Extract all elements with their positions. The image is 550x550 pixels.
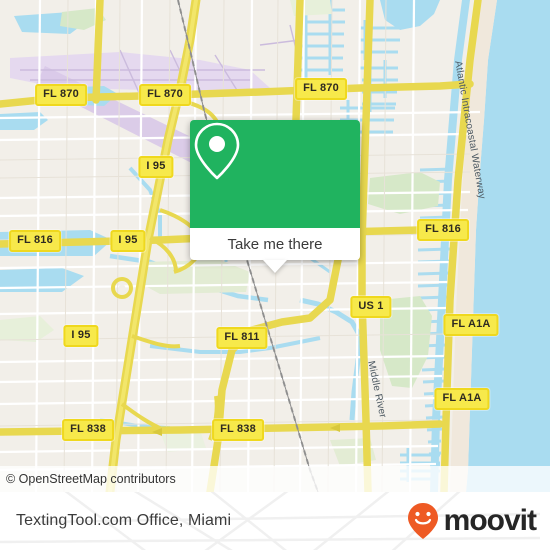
take-me-there-label: Take me there (227, 235, 323, 253)
highway-shield: FL 870 (139, 84, 191, 106)
highway-shield: FL A1A (443, 314, 499, 336)
highway-shield: FL 811 (216, 327, 268, 349)
popup-footer[interactable]: Take me there (190, 228, 360, 273)
highway-shield: US 1 (350, 296, 392, 318)
highway-shield: FL 870 (35, 84, 87, 106)
highway-shield: I 95 (63, 325, 99, 347)
highway-shield: I 95 (138, 156, 174, 178)
map-attribution[interactable]: © OpenStreetMap contributors (0, 466, 550, 492)
popup-header (190, 120, 360, 228)
highway-shield: I 95 (110, 230, 146, 252)
map-canvas[interactable]: FL 870 FL 870 FL 870 I 95 FL 816 I 95 FL 816 US… (0, 0, 550, 492)
highway-shield: FL 816 (9, 230, 61, 252)
highway-shield: FL 838 (62, 419, 114, 441)
highway-shield: FL A1A (434, 388, 490, 410)
moovit-pin-smiley-icon (407, 503, 438, 539)
moovit-logo[interactable]: moovit (405, 501, 537, 541)
location-popup-card[interactable]: Take me there (190, 120, 360, 273)
highway-shield: FL 870 (295, 78, 347, 100)
popup-pointer-arrow (263, 260, 287, 273)
bottom-info-bar: TextingTool.com Office, Miami moovit (0, 492, 550, 550)
moovit-wordmark: moovit (443, 504, 537, 537)
map-pin-icon (194, 122, 240, 180)
attribution-text: © OpenStreetMap contributors (6, 472, 176, 486)
map-screenshot: FL 870 FL 870 FL 870 I 95 FL 816 I 95 FL 816 US… (0, 0, 550, 550)
highway-shield: FL 816 (417, 219, 469, 241)
place-title: TextingTool.com Office, Miami (16, 512, 232, 529)
highway-shield: FL 838 (212, 419, 264, 441)
